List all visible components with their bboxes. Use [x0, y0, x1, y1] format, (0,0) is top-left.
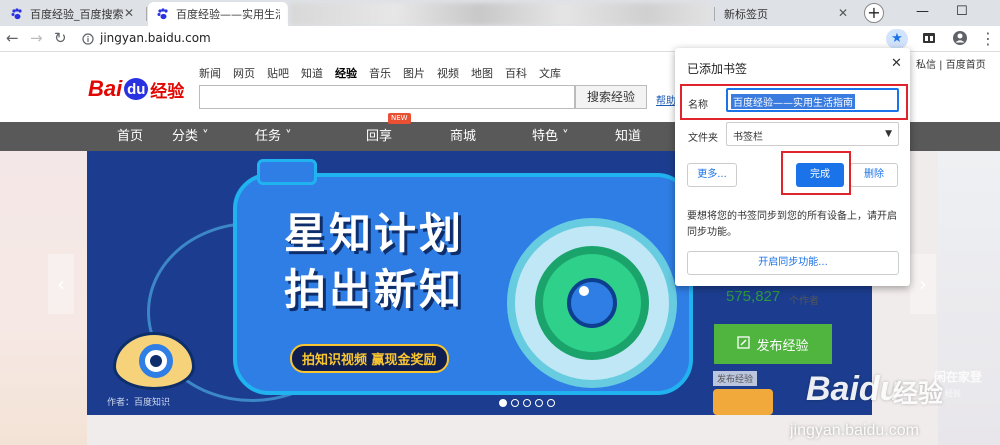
category-link[interactable]: 贴吧: [267, 65, 289, 81]
search-input[interactable]: [199, 85, 575, 109]
author-count-unit: 个作者: [789, 296, 819, 307]
banner-title-line1: 星知计划: [284, 209, 465, 258]
bookmark-folder-value: 书签栏: [733, 132, 763, 143]
watermark-url: jingyan.baidu.com: [790, 422, 919, 439]
edit-icon: [737, 335, 751, 353]
publish-button[interactable]: 发布经验: [714, 324, 832, 364]
carousel-dot[interactable]: [511, 399, 519, 407]
reload-icon[interactable]: ↻: [54, 29, 67, 47]
bookmark-folder-label: 文件夹: [688, 133, 718, 144]
close-icon[interactable]: ✕: [838, 6, 848, 20]
caret-down-icon: ▼: [885, 129, 892, 139]
nav-mall[interactable]: 商城: [450, 122, 476, 151]
nav-tasks[interactable]: 任务 ˅: [255, 122, 292, 151]
tab-title: 百度经验——实用生活指: [176, 8, 280, 21]
new-badge: NEW: [388, 113, 411, 124]
info-icon[interactable]: [82, 33, 94, 48]
nav-featured[interactable]: 特色 ˅: [532, 122, 569, 151]
carousel-dot[interactable]: [547, 399, 555, 407]
back-icon[interactable]: ←: [6, 29, 19, 47]
category-link[interactable]: 百科: [505, 65, 527, 81]
delete-button[interactable]: 删除: [850, 163, 898, 187]
bookmark-folder-select[interactable]: 书签栏 ▼: [726, 122, 899, 146]
publish-button-label: 发布经验: [756, 338, 809, 354]
lens-core: [567, 278, 617, 328]
publish-small-link[interactable]: 发布经验: [713, 371, 758, 386]
forward-icon[interactable]: →: [30, 29, 43, 47]
profile-icon[interactable]: [952, 30, 968, 49]
baidu-paw-icon: [10, 7, 24, 21]
category-link-active[interactable]: 经验: [335, 65, 357, 81]
tab-baidu-search[interactable]: 百度经验_百度搜索 ✕: [2, 2, 142, 26]
banner-author: 作者：百度知识: [107, 398, 171, 408]
carousel-dots: [499, 399, 555, 407]
close-icon[interactable]: ✕: [124, 6, 134, 20]
help-link[interactable]: 帮助: [656, 92, 676, 107]
eye-core: [150, 355, 162, 367]
address-bar[interactable]: jingyan.baidu.com: [100, 31, 211, 45]
tab-baidu-jingyan[interactable]: 百度经验——实用生活指: [148, 2, 288, 26]
tab-new-tab[interactable]: 新标签页 ✕: [716, 2, 856, 26]
kebab-menu-icon[interactable]: ⋮: [980, 29, 996, 48]
category-link[interactable]: 新闻: [199, 65, 221, 81]
baidu-paw-icon: [156, 7, 170, 21]
author-count: 575,827: [726, 288, 781, 305]
annotation-box-name: [680, 84, 908, 120]
carousel-next-icon[interactable]: ›: [910, 254, 936, 314]
bookmark-popup-title: 已添加书签: [687, 62, 748, 76]
watermark-corner: 闲在家登: [934, 370, 983, 384]
logo-du-text: du: [124, 78, 149, 100]
watermark-baidu: Baidu: [806, 370, 901, 408]
tab-separator: [714, 7, 715, 21]
nav-zhidao[interactable]: 知道: [615, 122, 641, 151]
tab-title: 百度经验_百度搜索: [30, 8, 124, 21]
tab-title: 新标签页: [724, 8, 768, 21]
carousel-prev-icon[interactable]: ‹: [48, 254, 74, 314]
category-nav: 新闻 网页 贴吧 知道 经验 音乐 图片 视频 地图 百科 文库: [199, 65, 573, 81]
banner-right-decor: [938, 151, 1000, 445]
logo-jingyan-text: 经验: [150, 81, 185, 102]
category-link[interactable]: 知道: [301, 65, 323, 81]
sync-description: 要想将您的书签同步到您的所有设备上，请开启同步功能。: [687, 211, 897, 238]
extension-icon[interactable]: [922, 31, 936, 48]
baidu-jingyan-logo[interactable]: Bai du 经验: [88, 76, 184, 102]
bookmark-star-icon[interactable]: ★: [886, 29, 908, 49]
maximize-icon[interactable]: ☐: [956, 4, 968, 19]
minimize-icon[interactable]: —: [916, 4, 929, 19]
category-link[interactable]: 视频: [437, 65, 459, 81]
logo-bai-text: Bai: [88, 76, 123, 101]
nav-home[interactable]: 首页: [117, 122, 143, 151]
category-link[interactable]: 网页: [233, 65, 255, 81]
category-link[interactable]: 图片: [403, 65, 425, 81]
banner-slogan: 拍知识视频 赢现金奖励: [290, 344, 449, 373]
carousel-dot[interactable]: [499, 399, 507, 407]
category-link[interactable]: 文库: [539, 65, 561, 81]
banner-title-line2: 拍出新知: [284, 265, 465, 314]
tab-bar: 百度经验_百度搜索 ✕ 百度经验——实用生活指 新标签页 ✕ + — ☐: [0, 0, 1000, 26]
category-link[interactable]: 音乐: [369, 65, 391, 81]
top-links[interactable]: 私信 | 百度首页: [916, 56, 986, 71]
lens-highlight: [579, 286, 589, 296]
enable-sync-button[interactable]: 开启同步功能...: [687, 251, 899, 275]
more-button[interactable]: 更多...: [687, 163, 737, 187]
banner-title: 星知计划 拍出新知: [284, 206, 464, 318]
camera-top: [257, 159, 317, 185]
search-button[interactable]: 搜索经验: [575, 85, 647, 109]
tab-separator: [146, 7, 147, 21]
blurred-tab-area: [290, 3, 710, 25]
category-link[interactable]: 地图: [471, 65, 493, 81]
new-tab-button[interactable]: +: [864, 3, 884, 23]
coins-decoration: [713, 389, 773, 415]
nav-categories[interactable]: 分类 ˅: [172, 122, 209, 151]
carousel-dot[interactable]: [523, 399, 531, 407]
carousel-dot[interactable]: [535, 399, 543, 407]
close-icon[interactable]: ✕: [891, 56, 902, 71]
annotation-box-done: [781, 151, 851, 195]
nav-huixiang[interactable]: 回享: [366, 122, 392, 151]
watermark-corner-sub: 经验: [945, 389, 961, 398]
